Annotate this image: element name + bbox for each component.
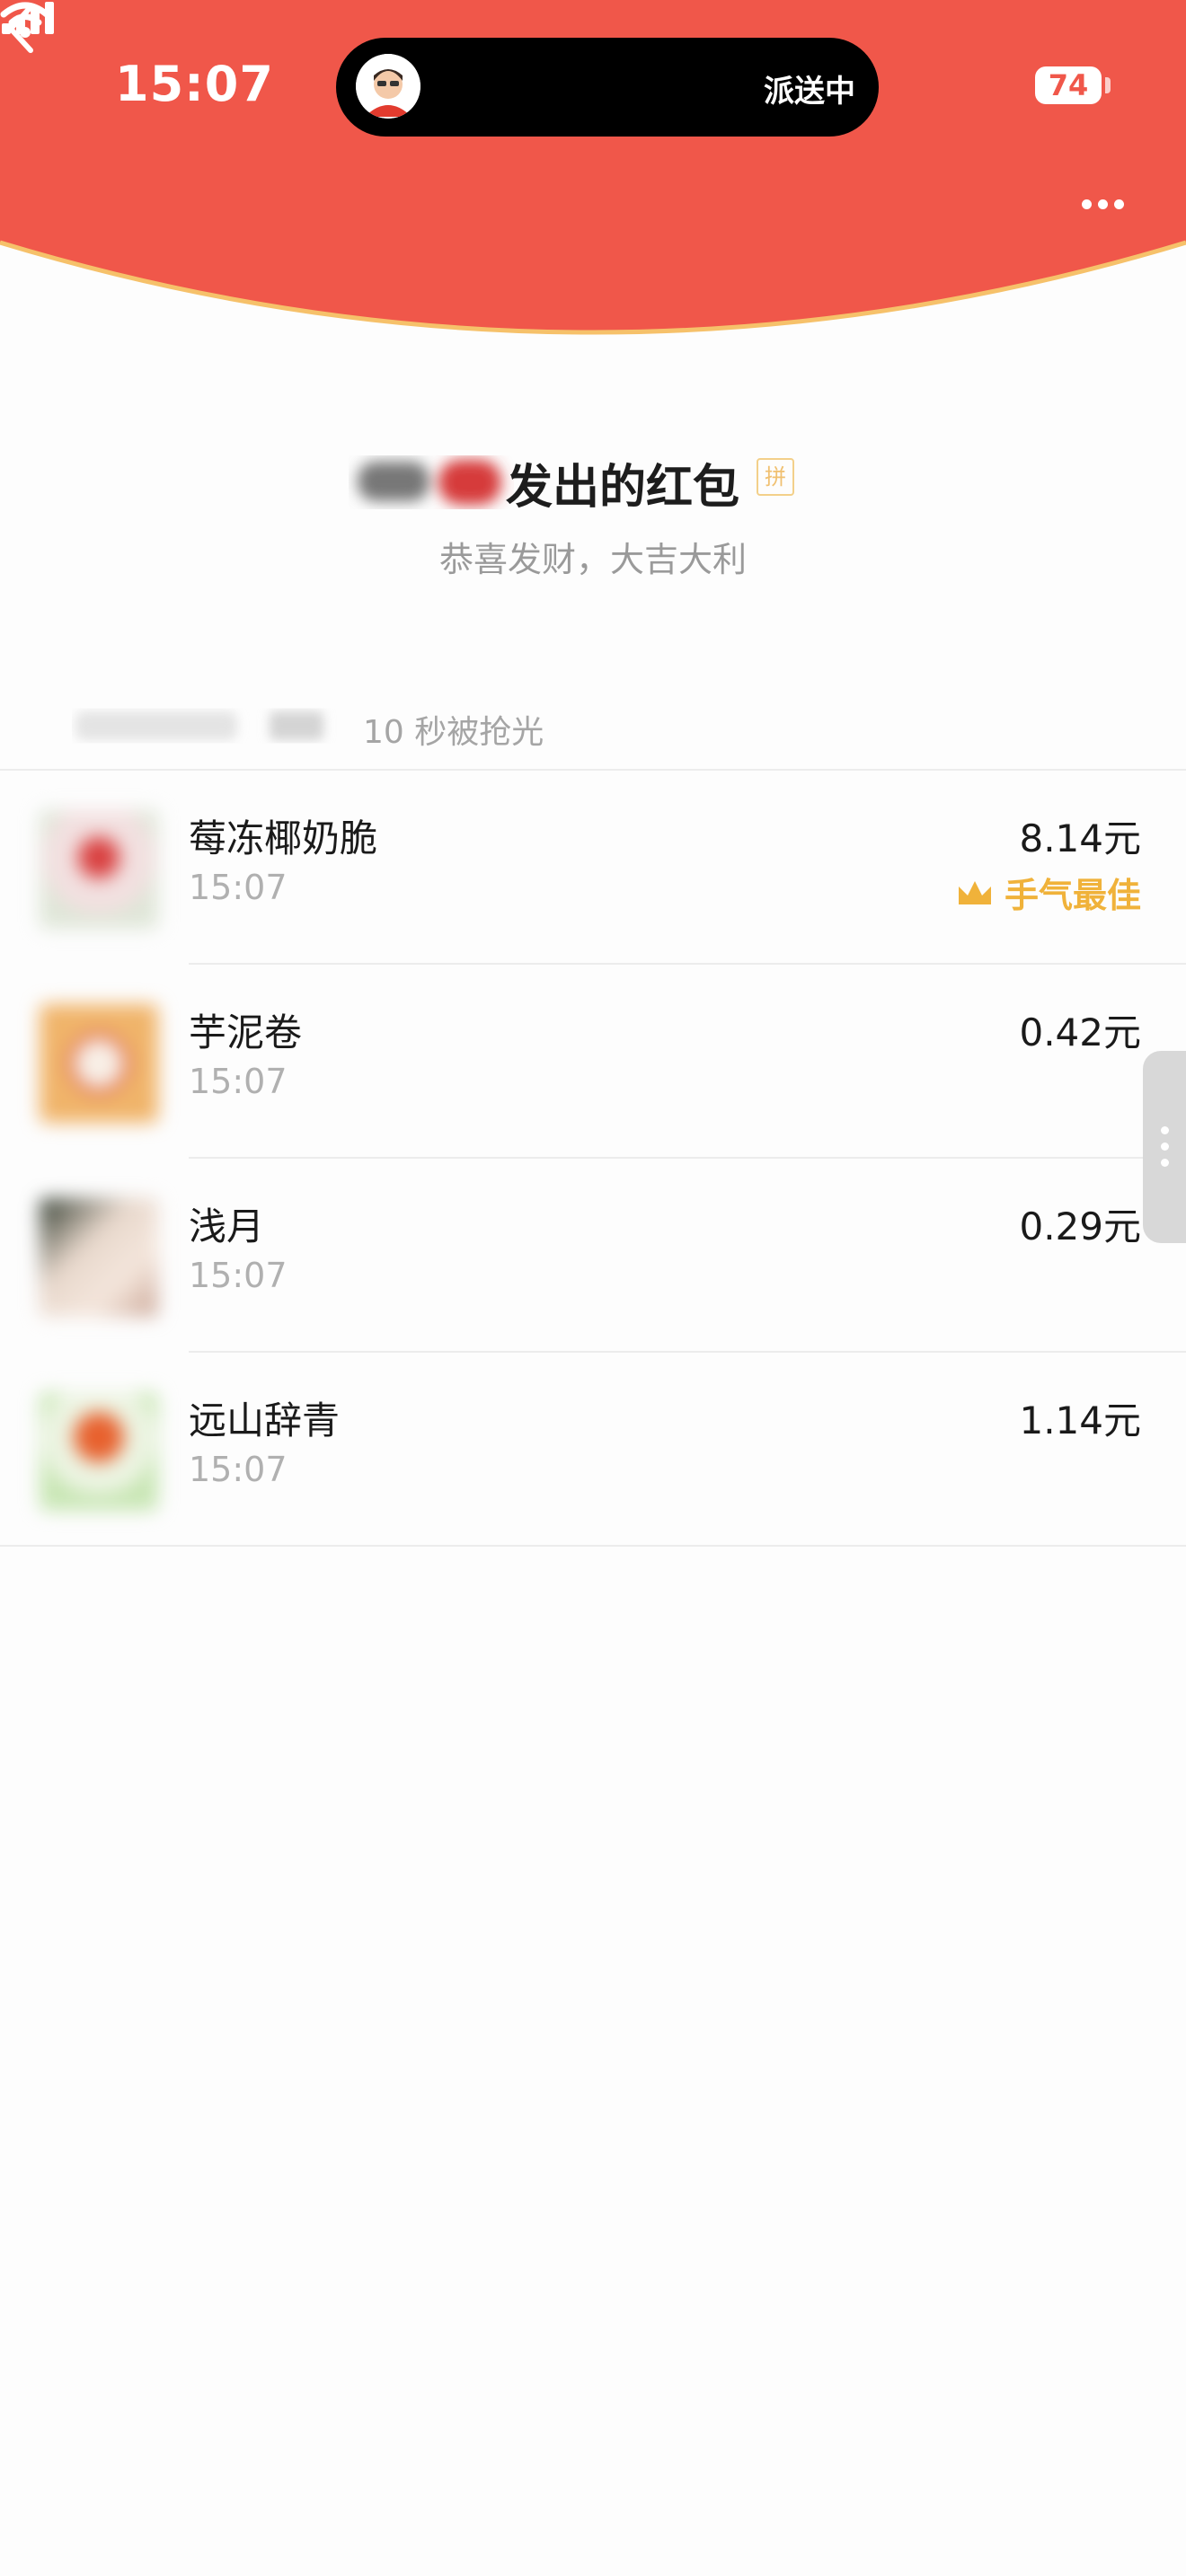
- best-luck-badge: 手气最佳: [956, 868, 1141, 917]
- grab-amount: 0.42元: [1019, 1010, 1141, 1054]
- avatar: [40, 810, 158, 929]
- red-packet-header: 15:07 派送中 74: [0, 0, 1186, 359]
- status-bar-time: 15:07: [115, 56, 274, 112]
- recipient-name: 芋泥卷: [189, 1010, 303, 1054]
- grab-time: 15:07: [189, 1256, 288, 1295]
- recipient-row[interactable]: 莓冻椰奶脆 15:07 8.14元 手气最佳: [0, 771, 1186, 965]
- avatar: [40, 1198, 158, 1317]
- greeting-message: 恭喜发财，大吉大利: [438, 540, 747, 579]
- best-luck-label: 手气最佳: [1004, 876, 1141, 915]
- recipient-name: 远山辞青: [189, 1398, 341, 1442]
- summary-count-blurred: [75, 711, 323, 740]
- recipient-name: 莓冻椰奶脆: [189, 816, 378, 860]
- avatar: [40, 1004, 158, 1123]
- crown-icon: [958, 880, 991, 904]
- recipient-row[interactable]: 浅月 15:07 0.29元: [0, 1159, 1186, 1353]
- battery-icon: [1105, 77, 1111, 93]
- battery-level: 74: [1035, 66, 1102, 104]
- grab-time: 15:07: [189, 868, 288, 907]
- grab-summary: 10 秒被抢光: [363, 714, 544, 751]
- row-divider: [0, 1545, 1186, 1547]
- grab-amount: 1.14元: [1019, 1398, 1141, 1442]
- dynamic-island[interactable]: 派送中: [336, 38, 879, 137]
- grab-time: 15:07: [189, 1450, 288, 1489]
- red-packet-title: 发出的红包: [506, 461, 740, 515]
- live-activity-status: 派送中: [764, 74, 855, 110]
- sender-avatar-blurred: [358, 460, 501, 505]
- avatar: [40, 1392, 158, 1511]
- more-options-icon[interactable]: [1082, 196, 1136, 223]
- recipient-row[interactable]: 芋泥卷 15:07 0.42元: [0, 965, 1186, 1159]
- grab-time: 15:07: [189, 1062, 288, 1101]
- grab-amount: 0.29元: [1019, 1204, 1141, 1248]
- back-chevron-icon[interactable]: [0, 0, 43, 57]
- grab-amount: 8.14元: [1019, 816, 1141, 860]
- floating-side-handle[interactable]: [1143, 1051, 1186, 1243]
- lucky-draw-tag: 拼: [757, 458, 794, 496]
- recipient-row[interactable]: 远山辞青 15:07 1.14元: [0, 1353, 1186, 1547]
- recipient-name: 浅月: [189, 1204, 265, 1248]
- delivery-avatar-icon: [356, 54, 420, 119]
